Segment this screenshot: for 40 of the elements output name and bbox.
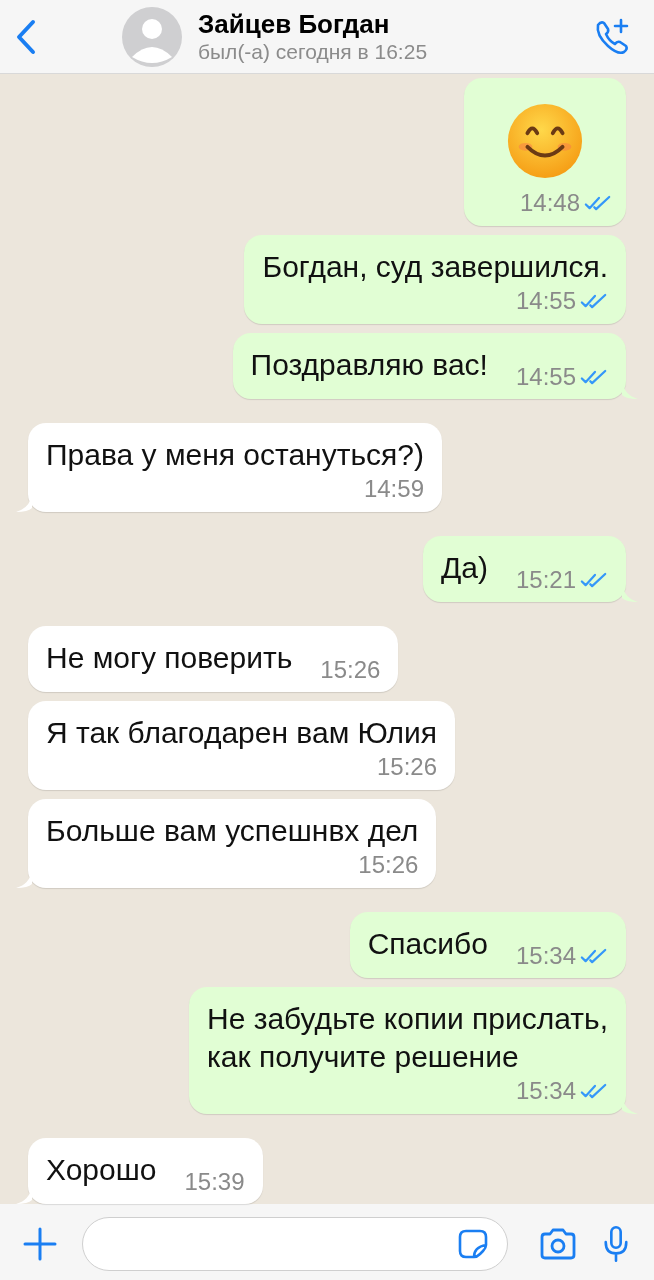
- message-time: 15:39: [184, 1169, 245, 1195]
- message-text: Богдан, суд завершился.: [262, 249, 608, 285]
- message-bubble[interactable]: Спасибо 15:34: [349, 912, 626, 978]
- message-time: 15:26: [358, 852, 419, 878]
- message-text: Поздравляю вас!: [250, 347, 488, 383]
- smiling-face-icon: [506, 102, 584, 180]
- message-time: 15:34: [515, 943, 576, 969]
- message-time: 14:59: [363, 476, 424, 502]
- message-time: 14:48: [519, 190, 580, 216]
- camera-icon[interactable]: [538, 1227, 578, 1261]
- message-text: Спасибо: [367, 926, 488, 962]
- add-icon[interactable]: [22, 1226, 58, 1262]
- message-time: 15:34: [515, 1078, 576, 1104]
- message-bubble[interactable]: Поздравляю вас! 14:55: [232, 333, 626, 399]
- contact-name: Зайцев Богдан: [198, 9, 391, 39]
- message-text: Не забудьте копии прислать, как получите решение: [206, 1001, 608, 1075]
- sticker-icon[interactable]: [457, 1228, 489, 1260]
- message-bubble[interactable]: Не могу поверить 15:26: [28, 626, 399, 692]
- microphone-icon[interactable]: [602, 1224, 630, 1264]
- message-text: Права у меня остануться?): [46, 437, 424, 473]
- message-time: 15:26: [377, 754, 438, 780]
- message-input-field[interactable]: [82, 1217, 508, 1271]
- message-text: Хорошо: [46, 1152, 157, 1188]
- message-text: Да): [440, 550, 488, 586]
- message-bubble[interactable]: Права у меня остануться?) 14:59: [28, 423, 442, 512]
- message-time: 15:26: [320, 657, 381, 683]
- message-text: Я так благодарен вам Юлия: [46, 715, 438, 751]
- last-seen-status: был(-а) сегодня в 16:25: [198, 39, 429, 64]
- message-bubble[interactable]: Хорошо 15:39: [28, 1138, 263, 1204]
- message-time: 15:21: [515, 567, 576, 593]
- message-time: 14:55: [515, 288, 576, 314]
- message-bubble[interactable]: Не забудьте копии прислать, как получите решение 15:34: [188, 987, 626, 1114]
- back-icon[interactable]: [16, 18, 36, 55]
- message-bubble[interactable]: Да) 15:21: [422, 536, 626, 602]
- message-text: Больше вам успешнвх дел: [46, 813, 419, 849]
- message-bubble[interactable]: Больше вам успешнвх дел 15:26: [28, 799, 437, 888]
- message-text: Не могу поверить: [46, 640, 293, 676]
- message-time: 14:55: [515, 364, 576, 390]
- message-bubble[interactable]: Я так благодарен вам Юлия 15:26: [28, 701, 456, 790]
- message-bubble[interactable]: Богдан, суд завершился. 14:55: [244, 235, 626, 324]
